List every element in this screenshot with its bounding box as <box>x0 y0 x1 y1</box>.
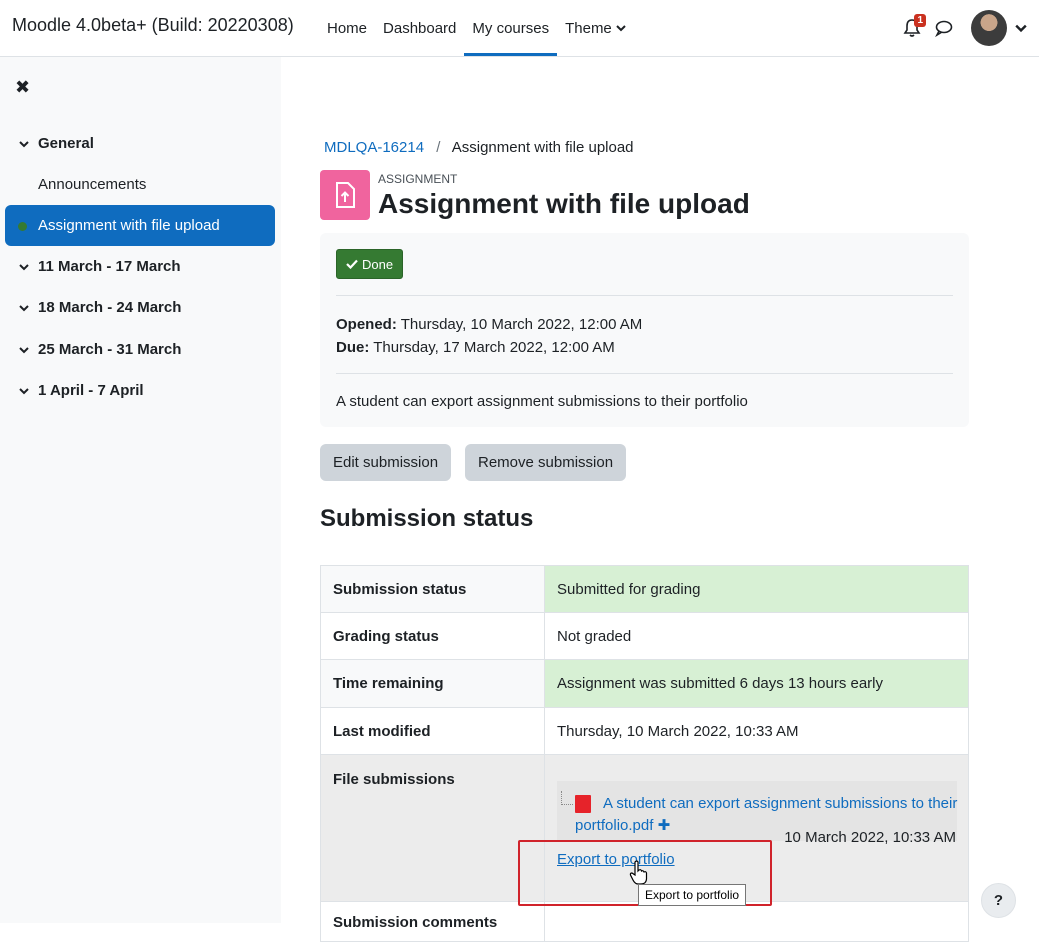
opened-label: Opened: <box>336 316 397 333</box>
file-submissions-cell: A student can export assignment submissi… <box>544 754 969 902</box>
notification-count-badge: 1 <box>914 14 926 27</box>
due-value: Thursday, 17 March 2022, 12:00 AM <box>373 339 615 356</box>
site-brand[interactable]: Moodle 4.0beta+ (Build: 20220308) <box>12 15 294 36</box>
row-value: Thursday, 10 March 2022, 10:33 AM <box>544 707 969 755</box>
sidebar-item-label: Assignment with file upload <box>38 217 220 234</box>
table-row: Submission comments <box>320 901 969 942</box>
breadcrumb-separator: / <box>436 139 441 156</box>
done-label: Done <box>362 256 394 272</box>
sidebar-section-week2[interactable]: 18 March - 24 March <box>18 299 181 316</box>
row-value: Submitted for grading <box>544 565 969 613</box>
export-to-portfolio-link[interactable]: Export to portfolio <box>557 851 675 868</box>
sidebar-section-general[interactable]: General <box>18 135 94 152</box>
nav-dashboard[interactable]: Dashboard <box>375 0 464 56</box>
assignment-icon <box>320 170 370 220</box>
remove-submission-button[interactable]: Remove submission <box>465 444 627 481</box>
opened-date: Opened: Thursday, 10 March 2022, 12:00 A… <box>336 316 642 333</box>
sidebar-item-assignment[interactable]: Assignment with file upload <box>5 205 275 246</box>
file-date: 10 March 2022, 10:33 AM <box>784 829 956 846</box>
row-value <box>544 901 969 942</box>
sidebar-section-label: 25 March - 31 March <box>38 341 182 358</box>
chevron-down-icon[interactable] <box>18 302 30 314</box>
divider <box>336 373 953 374</box>
sidebar-section-label: 11 March - 17 March <box>38 258 181 275</box>
notifications-button[interactable]: 1 <box>901 14 926 39</box>
hand-pointer-icon <box>629 860 648 885</box>
chat-bubble-icon <box>935 20 953 38</box>
completion-done-badge: Done <box>336 249 404 279</box>
row-label: File submissions <box>320 754 545 902</box>
row-label: Submission comments <box>320 901 545 942</box>
file-tree: A student can export assignment submissi… <box>557 771 957 901</box>
row-value: Assignment was submitted 6 days 13 hours… <box>544 659 969 708</box>
chevron-down-icon[interactable] <box>1015 22 1027 34</box>
completion-dot-icon <box>18 222 27 231</box>
close-drawer-icon[interactable]: ✖ <box>15 77 30 98</box>
main-content: MDLQA-16214 / Assignment with file uploa… <box>281 57 1039 942</box>
activity-information: Done Opened: Thursday, 10 March 2022, 12… <box>320 233 969 427</box>
sidebar-section-label: 18 March - 24 March <box>38 299 182 316</box>
due-date: Due: Thursday, 17 March 2022, 12:00 AM <box>336 339 615 356</box>
breadcrumb-current: Assignment with file upload <box>451 139 634 156</box>
tooltip: Export to portfolio <box>638 884 747 906</box>
check-icon <box>346 259 358 269</box>
nav-theme[interactable]: Theme <box>557 0 634 56</box>
row-label: Last modified <box>320 707 545 755</box>
primary-navigation: Home Dashboard My courses Theme <box>319 0 634 56</box>
user-navigation: 1 <box>901 0 1039 56</box>
breadcrumb-course-link[interactable]: MDLQA-16214 <box>324 139 424 156</box>
row-label: Submission status <box>320 565 545 613</box>
chevron-down-icon[interactable] <box>18 261 30 273</box>
nav-home[interactable]: Home <box>319 0 375 56</box>
table-row: Time remaining Assignment was submitted … <box>320 659 969 708</box>
sidebar-section-label: 1 April - 7 April <box>38 382 144 399</box>
row-value: Not graded <box>544 612 969 660</box>
sidebar-section-week4[interactable]: 1 April - 7 April <box>18 382 144 399</box>
table-row: Last modified Thursday, 10 March 2022, 1… <box>320 707 969 755</box>
tree-connector <box>561 791 573 805</box>
chevron-down-icon[interactable] <box>18 344 30 356</box>
chevron-down-icon[interactable] <box>18 385 30 397</box>
sidebar-section-week1[interactable]: 11 March - 17 March <box>18 258 181 275</box>
chevron-down-icon[interactable] <box>18 138 30 150</box>
sidebar-section-week3[interactable]: 25 March - 31 March <box>18 341 181 358</box>
breadcrumb: MDLQA-16214 / Assignment with file uploa… <box>324 139 634 156</box>
table-row: Grading status Not graded <box>320 612 969 660</box>
user-avatar[interactable] <box>971 10 1007 46</box>
due-label: Due: <box>336 339 370 356</box>
plus-icon[interactable]: ✚ <box>658 817 671 834</box>
divider <box>336 295 953 296</box>
chevron-down-icon <box>616 25 626 32</box>
course-index-drawer: ✖ General Announcements Assignment with … <box>0 57 281 923</box>
activity-description: A student can export assignment submissi… <box>336 393 748 410</box>
sidebar-item-announcements[interactable]: Announcements <box>38 176 146 193</box>
submission-status-heading: Submission status <box>320 505 534 532</box>
table-row: Submission status Submitted for grading <box>320 565 969 613</box>
row-label: Grading status <box>320 612 545 660</box>
nav-my-courses[interactable]: My courses <box>464 0 558 56</box>
row-label: Time remaining <box>320 659 545 708</box>
messages-button[interactable] <box>933 17 955 39</box>
top-navbar: Moodle 4.0beta+ (Build: 20220308) Home D… <box>0 0 1039 57</box>
help-button[interactable]: ? <box>981 883 1016 918</box>
opened-value: Thursday, 10 March 2022, 12:00 AM <box>400 316 643 333</box>
sidebar-section-label: General <box>38 135 94 152</box>
nav-theme-label: Theme <box>565 19 612 37</box>
page-title: Assignment with file upload <box>378 188 750 219</box>
activity-type-label: ASSIGNMENT <box>378 172 458 186</box>
edit-submission-button[interactable]: Edit submission <box>320 444 452 481</box>
